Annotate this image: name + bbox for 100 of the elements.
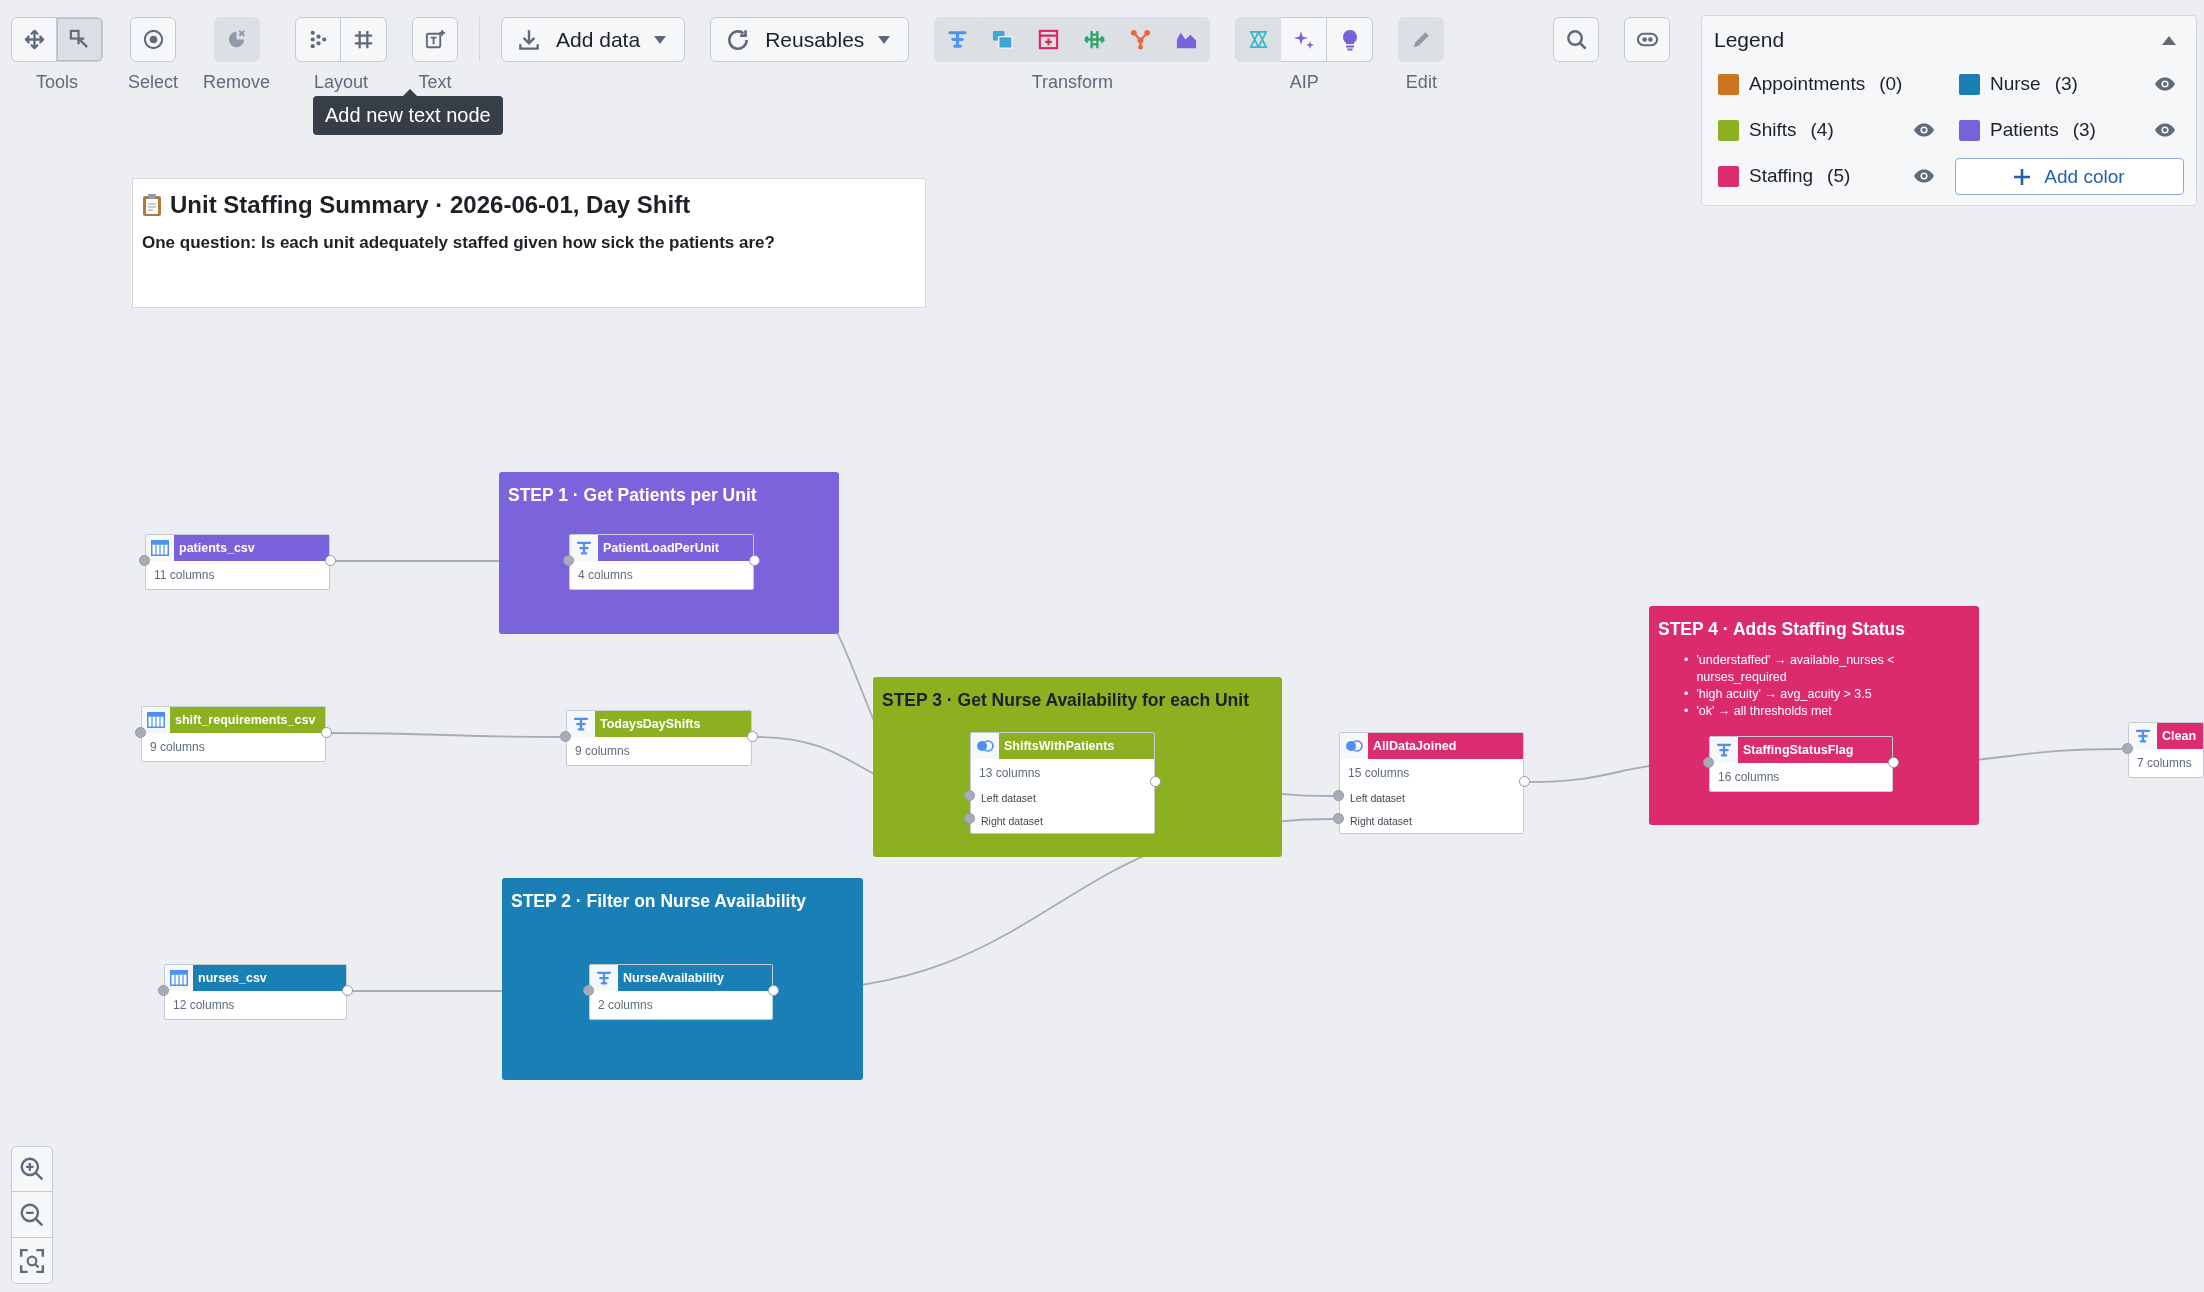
input-port[interactable]: [1703, 757, 1714, 768]
move-icon: [22, 28, 46, 51]
input-port[interactable]: [563, 555, 574, 566]
legend-label: Appointments: [1749, 73, 1866, 95]
search-icon: [1564, 28, 1588, 51]
legend-label: Shifts: [1749, 119, 1797, 141]
node-title: shift_requirements_csv: [170, 707, 325, 733]
bullet: •: [1684, 702, 1689, 720]
zoom-in-button[interactable]: [11, 1146, 53, 1192]
fit-view-button[interactable]: [11, 1238, 53, 1284]
bullet: •: [1684, 685, 1689, 703]
dropdown-button[interactable]: Add data: [501, 17, 686, 62]
input-port[interactable]: [139, 555, 150, 566]
group-label: Tools: [36, 72, 78, 93]
toolbar-button[interactable]: [1553, 17, 1599, 62]
toolbar-button[interactable]: [295, 17, 342, 62]
text-node-title: Unit Staffing Summary · 2026-06-01, Day Shift: [170, 191, 691, 219]
filter-icon: [572, 715, 590, 733]
zoom-out-button[interactable]: [11, 1192, 53, 1238]
input-port[interactable]: [135, 727, 146, 738]
dataset-node[interactable]: nurses_csv 12 columns: [164, 964, 347, 1020]
rule-text: 'understaffed' → available_nurses < nurses_required: [1696, 652, 1896, 686]
filter-icon: [595, 969, 613, 987]
text-node-body: One question: Is each unit adequately staffed given how sick the patients are?: [142, 233, 776, 253]
join-icon: [1345, 740, 1363, 752]
output-port[interactable]: [325, 555, 336, 566]
caret-icon: [878, 35, 891, 44]
toolbar-button[interactable]: [1624, 17, 1670, 62]
table-icon: [147, 712, 165, 728]
eye-icon[interactable]: [1913, 123, 1935, 137]
fit-view-icon: [19, 1247, 45, 1274]
output-port[interactable]: [1519, 776, 1530, 787]
text-node[interactable]: Unit Staffing Summary · 2026-06-01, Day Shift One question: Is each unit adequately staffed given how sick the patients are?: [132, 178, 926, 308]
toolbar-button[interactable]: [341, 17, 388, 62]
column-count: 16 columns: [1717, 769, 1781, 786]
input-port[interactable]: [560, 731, 571, 742]
column-count: 13 columns: [978, 765, 1042, 782]
toolbar-button[interactable]: [412, 17, 459, 62]
output-port[interactable]: [1150, 776, 1161, 787]
output-port[interactable]: [749, 555, 760, 566]
column-count: 7 columns: [2136, 755, 2193, 772]
dropdown-button[interactable]: Reusables: [710, 17, 910, 62]
input-port[interactable]: [1333, 790, 1344, 801]
dataset-node[interactable]: TodaysDayShifts 9 columns: [566, 710, 752, 766]
dataset-node[interactable]: PatientLoadPerUnit 4 columns: [569, 534, 754, 590]
input-port[interactable]: [2122, 743, 2133, 754]
clipboard-icon: [142, 193, 162, 217]
input-port[interactable]: [964, 813, 975, 824]
toolbar-button[interactable]: [11, 17, 57, 62]
dataset-node[interactable]: patients_csv 11 columns: [145, 534, 330, 590]
table-icon: [170, 970, 188, 986]
node-title: AllDataJoined: [1368, 733, 1523, 759]
eye-icon[interactable]: [2154, 77, 2176, 91]
column-count: 4 columns: [577, 567, 634, 584]
group-title: STEP 2 · Filter on Nurse Availability: [511, 891, 807, 912]
output-port[interactable]: [747, 731, 758, 742]
filter-icon: [2134, 727, 2152, 745]
group-label: Select: [128, 72, 179, 93]
tooltip-text: Add new text node: [325, 104, 491, 126]
input-port[interactable]: [1333, 813, 1344, 824]
node-title: patients_csv: [174, 535, 329, 561]
output-port[interactable]: [768, 985, 779, 996]
dataset-node[interactable]: shift_requirements_csv 9 columns: [141, 706, 326, 762]
legend-label: Staffing: [1749, 165, 1814, 187]
input-port[interactable]: [964, 790, 975, 801]
zoom-in-icon: [19, 1156, 45, 1182]
output-port[interactable]: [342, 985, 353, 996]
input-port[interactable]: [158, 985, 169, 996]
dataset-node[interactable]: StaffingStatusFlag 16 columns: [1709, 736, 1893, 792]
group-title: STEP 1 · Get Patients per Unit: [508, 485, 758, 506]
node-title: nurses_csv: [193, 965, 346, 991]
node-title: PatientLoadPerUnit: [598, 535, 753, 561]
rule-text: 'ok' → all thresholds met: [1696, 702, 1832, 720]
output-port[interactable]: [321, 727, 332, 738]
node-title: TodaysDayShifts: [595, 711, 751, 737]
dataset-node[interactable]: NurseAvailability 2 columns: [589, 964, 773, 1020]
group-title: STEP 3 · Get Nurse Availability for each Unit: [882, 690, 1250, 711]
join-icon: [976, 740, 994, 752]
rule-text: 'high acuity' → avg_acuity > 3.5: [1696, 685, 1872, 703]
table-icon: [151, 540, 169, 556]
eye-icon[interactable]: [1913, 169, 1935, 183]
add-color-button[interactable]: Add color: [1955, 158, 2184, 195]
input-label: Right dataset: [1349, 814, 1413, 829]
filter-icon: [1715, 741, 1733, 759]
column-count: 12 columns: [172, 997, 236, 1014]
input-port[interactable]: [583, 985, 594, 996]
toolbar-button[interactable]: [57, 17, 103, 62]
text-box-icon: [423, 28, 447, 51]
group-title: STEP 4 · Adds Staffing Status: [1658, 619, 1906, 640]
dataset-node[interactable]: Clean 7 columns: [2128, 722, 2204, 778]
dataset-node[interactable]: AllDataJoined 15 columns Left dataset Right dataset: [1339, 732, 1524, 834]
group-label: AIP: [1289, 72, 1319, 93]
group-label: Edit: [1405, 72, 1437, 93]
dataset-node[interactable]: ShiftsWithPatients 13 columns Left dataset Right dataset: [970, 732, 1155, 834]
toolbar-button[interactable]: [1281, 17, 1328, 62]
output-port[interactable]: [1888, 757, 1899, 768]
caret-icon[interactable]: [2162, 35, 2176, 45]
toolbar-button[interactable]: [130, 17, 176, 62]
eye-icon[interactable]: [2154, 123, 2176, 137]
toolbar-button[interactable]: [1327, 17, 1374, 62]
